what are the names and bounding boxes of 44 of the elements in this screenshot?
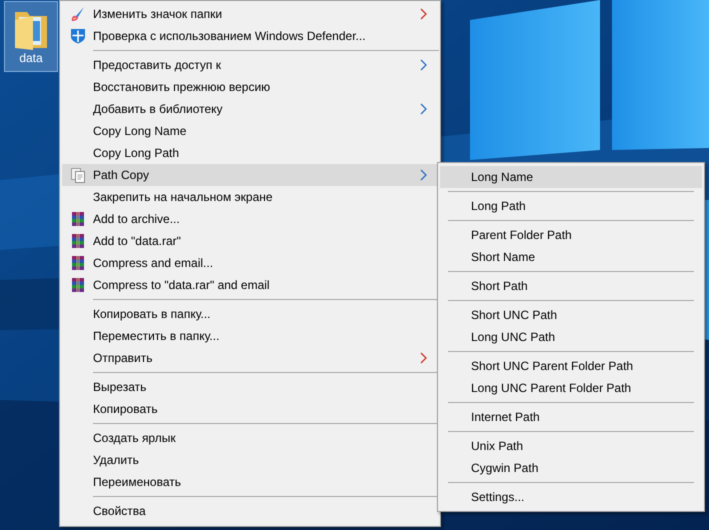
menu-item[interactable]: Восстановить прежнюю версию	[62, 76, 438, 98]
archive-icon	[70, 277, 86, 293]
archive-icon	[70, 233, 86, 249]
menu-item[interactable]: Compress to "data.rar" and email	[62, 274, 438, 296]
menu-item[interactable]: Копировать в папку...	[62, 303, 438, 325]
menu-item[interactable]: Path Copy	[62, 164, 438, 186]
menu-item[interactable]: Long Name	[440, 166, 702, 188]
menu-item[interactable]: Изменить значок папки	[62, 3, 438, 25]
menu-item[interactable]: Short Path	[440, 275, 702, 297]
menu-item[interactable]: Settings...	[440, 486, 702, 508]
menu-item[interactable]: Переместить в папку...	[62, 325, 438, 347]
menu-item[interactable]: Предоставить доступ к	[62, 54, 438, 76]
menu-item[interactable]: Parent Folder Path	[440, 224, 702, 246]
menu-item[interactable]: Short UNC Parent Folder Path	[440, 355, 702, 377]
menu-item[interactable]: Добавить в библиотеку	[62, 98, 438, 120]
menu-item[interactable]: Short UNC Path	[440, 304, 702, 326]
menu-item[interactable]: Свойства	[62, 500, 438, 522]
menu-item[interactable]: Закрепить на начальном экране	[62, 186, 438, 208]
menu-item[interactable]: Internet Path	[440, 406, 702, 428]
archive-icon	[70, 255, 86, 271]
icon-label: data	[19, 50, 43, 66]
menu-item[interactable]: Copy Long Name	[62, 120, 438, 142]
archive-icon	[70, 211, 86, 227]
menu-item[interactable]: Cygwin Path	[440, 457, 702, 479]
menu-item[interactable]: Long Path	[440, 195, 702, 217]
menu-item[interactable]: Проверка с использованием Windows Defender...	[62, 25, 438, 47]
menu-item[interactable]: Add to "data.rar"	[62, 230, 438, 252]
menu-item[interactable]: Unix Path	[440, 435, 702, 457]
menu-item[interactable]: Переименовать	[62, 471, 438, 493]
menu-item[interactable]: Удалить	[62, 449, 438, 471]
menu-item[interactable]: Short Name	[440, 246, 702, 268]
menu-item[interactable]: Отправить	[62, 347, 438, 369]
menu-item[interactable]: Compress and email...	[62, 252, 438, 274]
desktop-icon[interactable]: data	[4, 1, 58, 72]
menu-item[interactable]: Copy Long Path	[62, 142, 438, 164]
menu-item[interactable]: Long UNC Path	[440, 326, 702, 348]
menu-item[interactable]: Add to archive...	[62, 208, 438, 230]
document-icon	[70, 167, 86, 183]
menu-item[interactable]: Создать ярлык	[62, 427, 438, 449]
menu-item[interactable]: Long UNC Parent Folder Path	[440, 377, 702, 399]
paintbrush-icon	[70, 6, 86, 22]
shield-icon	[70, 28, 86, 44]
menu-item[interactable]: Вырезать	[62, 376, 438, 398]
menu-item[interactable]: Копировать	[62, 398, 438, 420]
